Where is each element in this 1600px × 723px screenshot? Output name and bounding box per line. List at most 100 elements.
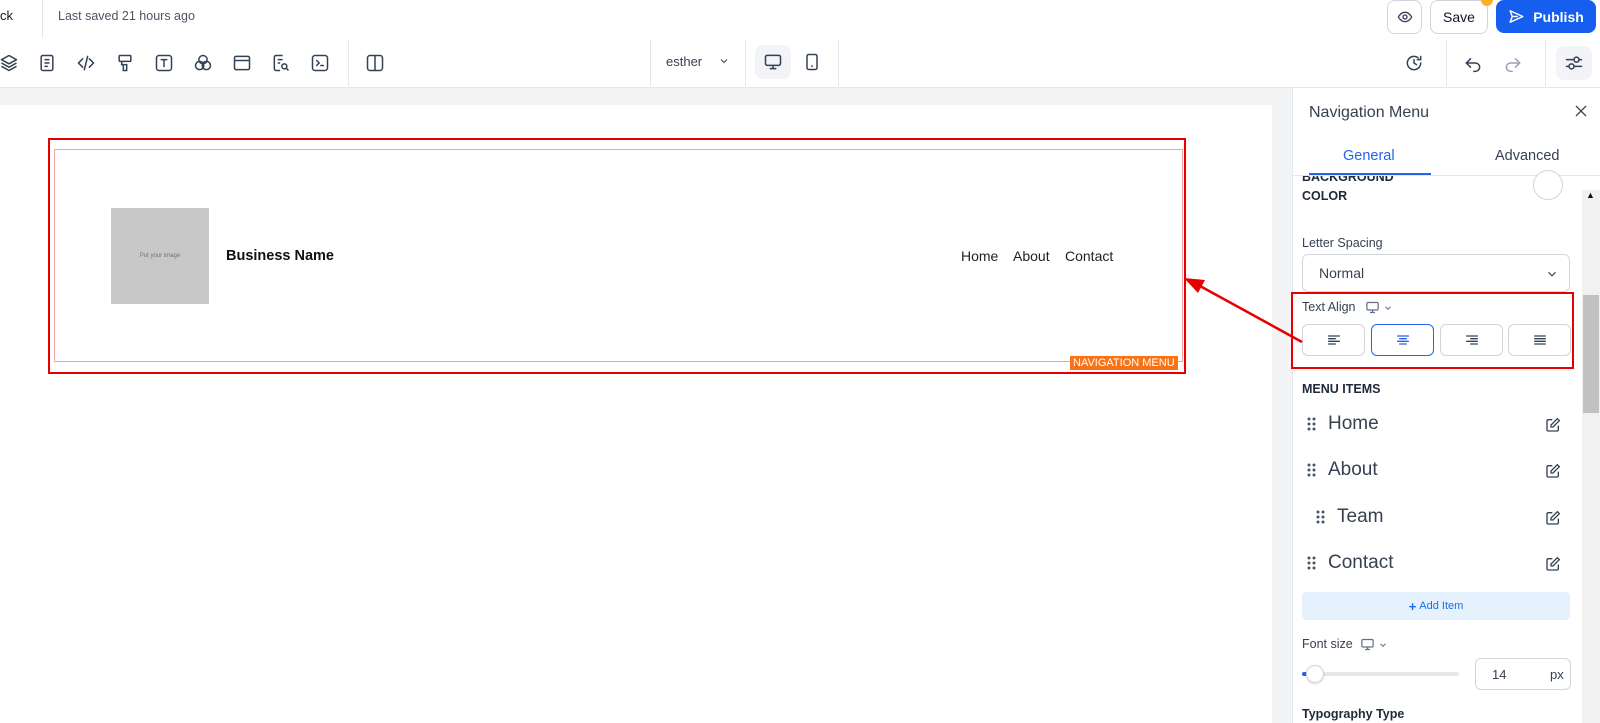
scroll-up-arrow[interactable]: ▲: [1586, 190, 1595, 200]
business-name: Business Name: [226, 248, 334, 264]
desktop-view-button[interactable]: [755, 45, 791, 79]
paint-roller-icon[interactable]: [114, 52, 136, 74]
menu-item-row[interactable]: Contact: [1302, 550, 1572, 580]
drag-handle-icon[interactable]: [1316, 510, 1326, 524]
text-icon[interactable]: [153, 52, 175, 74]
chevron-down-icon: [1548, 271, 1556, 277]
color-header: COLOR: [1302, 189, 1348, 203]
send-icon: [1509, 10, 1524, 23]
top-bar: ck Last saved 21 hours ago Save Publish: [0, 0, 1600, 38]
divider: [1446, 40, 1447, 86]
align-justify-button[interactable]: [1508, 324, 1571, 356]
panel-title: Navigation Menu: [1309, 104, 1430, 121]
mobile-view-button[interactable]: [794, 45, 830, 79]
nav-link-about[interactable]: About: [1013, 248, 1050, 264]
align-right-icon: [1465, 335, 1478, 345]
align-left-button[interactable]: [1302, 324, 1365, 356]
page-icon[interactable]: [36, 52, 58, 74]
menu-item-label: Team: [1337, 506, 1384, 527]
logo-placeholder[interactable]: Put your image: [111, 208, 209, 304]
tab-advanced[interactable]: Advanced: [1495, 148, 1560, 164]
desktop-icon: [764, 54, 782, 70]
layers-icon[interactable]: [0, 52, 20, 74]
menu-item-label: Home: [1328, 413, 1379, 434]
mobile-icon: [806, 53, 818, 71]
cut-off-header: BACKGROUND: [1302, 176, 1394, 184]
selection-tag: NAVIGATION MENU: [1070, 356, 1178, 370]
undo-icon[interactable]: [1462, 52, 1484, 74]
add-item-button[interactable]: + Add Item: [1302, 592, 1570, 620]
desktop-icon[interactable]: [1365, 300, 1380, 315]
chevron-down-icon[interactable]: [1378, 640, 1388, 650]
logo-placeholder-text: Put your image: [139, 253, 181, 259]
editor-toolbar: esther: [0, 38, 1600, 88]
font-size-unit: px: [1550, 667, 1564, 682]
font-size-slider-track[interactable]: [1302, 672, 1459, 676]
divider: [745, 40, 746, 86]
panel-tabs: General Advanced: [1293, 136, 1600, 176]
divider: [838, 40, 839, 86]
nav-link-contact[interactable]: Contact: [1065, 248, 1113, 264]
edit-icon[interactable]: [1545, 417, 1561, 433]
panel-scrollbar[interactable]: [1582, 190, 1600, 723]
font-size-slider-thumb[interactable]: [1306, 665, 1324, 683]
publish-button[interactable]: Publish: [1496, 0, 1596, 33]
active-tab-indicator: [1309, 173, 1431, 175]
terminal-icon[interactable]: [309, 52, 331, 74]
menu-item-row[interactable]: About: [1302, 457, 1572, 487]
tab-general[interactable]: General: [1343, 148, 1395, 164]
redo-icon[interactable]: [1502, 52, 1524, 74]
menu-item-row[interactable]: Team: [1302, 504, 1572, 534]
page-selector[interactable]: esther: [666, 54, 702, 69]
divider: [650, 40, 651, 86]
menu-item-label: About: [1328, 459, 1378, 480]
layout-columns-icon[interactable]: [364, 52, 386, 74]
history-icon[interactable]: [1403, 52, 1425, 74]
align-center-button[interactable]: [1371, 324, 1434, 356]
preview-button[interactable]: [1387, 0, 1422, 34]
align-right-button[interactable]: [1440, 324, 1503, 356]
divider: [348, 40, 349, 86]
align-justify-icon: [1533, 335, 1546, 345]
chevron-down-icon[interactable]: [1383, 303, 1393, 313]
eye-icon: [1397, 11, 1412, 23]
settings-toggle-button[interactable]: [1556, 46, 1592, 80]
edit-icon[interactable]: [1545, 510, 1561, 526]
scrollbar-thumb[interactable]: [1583, 295, 1599, 413]
drag-handle-icon[interactable]: [1307, 463, 1317, 477]
letter-spacing-label: Letter Spacing: [1302, 236, 1383, 250]
desktop-icon[interactable]: [1360, 637, 1375, 652]
shapes-icon[interactable]: [192, 52, 214, 74]
divider: [1545, 40, 1546, 86]
close-icon[interactable]: [1573, 103, 1589, 119]
drag-handle-icon[interactable]: [1307, 417, 1317, 431]
publish-button-label: Publish: [1533, 8, 1584, 25]
section-icon[interactable]: [231, 52, 253, 74]
chevron-down-icon[interactable]: [718, 55, 730, 67]
divider: [42, 0, 43, 38]
align-center-icon: [1396, 335, 1409, 345]
edit-icon[interactable]: [1545, 463, 1561, 479]
font-size-label: Font size: [1302, 637, 1353, 651]
sliders-icon: [1565, 56, 1583, 70]
menu-items-header: MENU ITEMS: [1302, 382, 1381, 396]
color-picker-swatch[interactable]: [1533, 170, 1563, 200]
seo-search-icon[interactable]: [270, 52, 292, 74]
back-link[interactable]: ck: [0, 8, 13, 23]
font-size-input[interactable]: 14 px: [1475, 658, 1571, 690]
letter-spacing-select[interactable]: Normal: [1302, 254, 1570, 292]
font-size-value: 14: [1492, 667, 1507, 682]
align-left-icon: [1327, 335, 1340, 345]
nav-link-home[interactable]: Home: [961, 248, 998, 264]
menu-item-row[interactable]: Home: [1302, 411, 1572, 441]
code-icon[interactable]: [75, 52, 97, 74]
save-button-label: Save: [1443, 9, 1475, 25]
text-align-label: Text Align: [1302, 300, 1356, 314]
plus-icon: +: [1408, 598, 1417, 614]
menu-item-label: Contact: [1328, 552, 1394, 573]
save-button[interactable]: Save: [1430, 0, 1488, 34]
edit-icon[interactable]: [1545, 556, 1561, 572]
letter-spacing-value: Normal: [1319, 265, 1365, 281]
last-saved-text: Last saved 21 hours ago: [58, 9, 195, 23]
drag-handle-icon[interactable]: [1307, 556, 1317, 570]
